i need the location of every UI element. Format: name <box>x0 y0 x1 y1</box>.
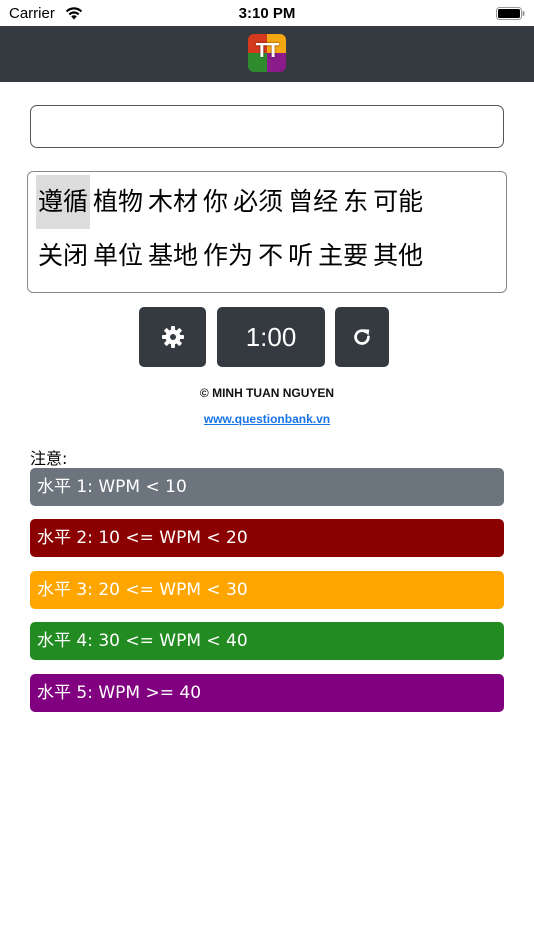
typing-input[interactable] <box>30 105 504 148</box>
word: 基地 <box>148 241 199 270</box>
words-box: 遵循 植物 木材你必须 曾经东可能 关闭 单位 基地 作为不听主要 其他 <box>27 171 507 293</box>
level-5-badge: 水平 5: WPM >= 40 <box>30 674 504 712</box>
timer-display: 1:00 <box>217 307 325 367</box>
status-bar: Carrier 3:10 PM <box>0 0 534 26</box>
word: 必须 <box>233 187 284 216</box>
word: 关闭 <box>38 241 89 270</box>
word-line: 遵循 植物 木材你必须 曾经东可能 <box>36 175 506 229</box>
word: 东 <box>343 187 369 216</box>
gear-icon <box>161 326 184 348</box>
notes-label: 注意: <box>30 449 68 468</box>
word: 曾经 <box>288 187 339 216</box>
word: 木材 <box>148 187 199 216</box>
word: 单位 <box>93 241 144 270</box>
level-1-badge: 水平 1: WPM < 10 <box>30 468 504 506</box>
word: 可能 <box>373 187 424 216</box>
level-2-badge: 水平 2: 10 <= WPM < 20 <box>30 519 504 557</box>
settings-button[interactable] <box>139 307 206 367</box>
word: 听 <box>288 241 314 270</box>
refresh-icon <box>354 329 370 345</box>
word: 不 <box>258 241 284 270</box>
level-3-badge: 水平 3: 20 <= WPM < 30 <box>30 571 504 609</box>
word: 其他 <box>373 241 424 270</box>
word: 作为 <box>203 241 254 270</box>
current-word: 遵循 <box>36 175 91 229</box>
logo-text: TT <box>255 40 279 62</box>
app-logo[interactable]: TT <box>248 34 286 72</box>
word: 主要 <box>318 241 369 270</box>
word: 植物 <box>93 187 144 216</box>
battery-icon <box>496 7 525 20</box>
copyright-text: © MINH TUAN NGUYEN <box>199 386 335 400</box>
level-4-badge: 水平 4: 30 <= WPM < 40 <box>30 622 504 660</box>
reset-button[interactable] <box>335 307 389 367</box>
word: 你 <box>203 187 229 216</box>
website-link[interactable]: www.questionbank.vn <box>0 412 534 426</box>
clock-label: 3:10 PM <box>238 5 296 22</box>
app-header: TT <box>0 26 534 82</box>
word-line: 关闭 单位 基地 作为不听主要 其他 <box>36 229 506 283</box>
